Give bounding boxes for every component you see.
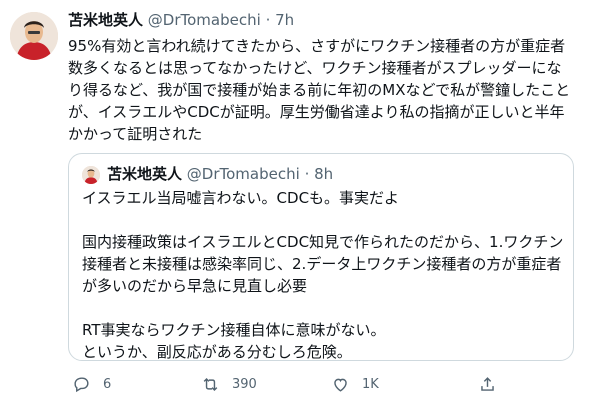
quote-author-name: 苫米地英人 bbox=[107, 165, 183, 183]
quote-text-line: イスラエル当局嘘言わない。CDCも。事実だよ bbox=[82, 189, 400, 207]
separator: · bbox=[265, 11, 271, 29]
reply-icon bbox=[74, 376, 89, 392]
retweet-button[interactable]: 390 bbox=[201, 372, 257, 396]
timestamp[interactable]: 7h bbox=[275, 11, 294, 29]
author-name[interactable]: 苫米地英人 bbox=[68, 11, 143, 29]
author-handle[interactable]: @DrTomabechi bbox=[148, 11, 261, 29]
tweet-text: 95%有効と言われ続けてきたから、さすがにワクチン接種者の方が重症者 数多くなる… bbox=[68, 35, 580, 145]
tweet-text-line: が、イスラエルやCDCが証明。厚生労働省達より私の指摘が正しいと半年 bbox=[68, 103, 565, 121]
action-bar: 6 390 1K bbox=[68, 372, 580, 396]
tweet-text-line: り得るなど、我が国で接種が始まる前に年初のMXなどで私が警鐘したこと bbox=[68, 81, 571, 99]
tweet[interactable]: 苫米地英人 @DrTomabechi · 7h 95%有効と言われ続けてきたから… bbox=[0, 0, 596, 409]
quote-header: 苫米地英人 @DrTomabechi · 8h bbox=[107, 164, 333, 184]
quote-author-handle: @DrTomabechi bbox=[186, 165, 300, 183]
quote-text-line: というか、副反応がある分むしろ危険。 bbox=[82, 343, 352, 361]
share-button[interactable] bbox=[478, 372, 497, 396]
like-button[interactable]: 1K bbox=[331, 372, 379, 396]
reply-button[interactable]: 6 bbox=[72, 372, 111, 396]
tweet-text-line: 数多くなるとは思ってなかったけど、ワクチン接種者がスプレッダーにな bbox=[68, 59, 562, 77]
quote-text: イスラエル当局嘘言わない。CDCも。事実だよ 国内接種政策はイスラエルとCDC知… bbox=[82, 187, 566, 363]
like-icon bbox=[334, 378, 347, 392]
quote-timestamp: 8h bbox=[314, 165, 334, 183]
tweet-header: 苫米地英人 @DrTomabechi · 7h bbox=[68, 10, 294, 30]
retweet-count: 390 bbox=[232, 376, 257, 392]
quote-avatar-image bbox=[82, 166, 100, 184]
like-count: 1K bbox=[362, 376, 379, 392]
reply-count: 6 bbox=[103, 376, 112, 392]
share-icon bbox=[481, 376, 494, 391]
avatar[interactable] bbox=[10, 12, 58, 60]
retweet-icon bbox=[203, 377, 218, 391]
quoted-tweet[interactable]: 苫米地英人 @DrTomabechi · 8h イスラエル当局嘘言わない。CDC… bbox=[68, 153, 574, 361]
tweet-text-line: かかって証明された bbox=[68, 125, 203, 143]
quote-text-line: 接種者と未接種は感染率同じ、2.データ上ワクチン接種者の方が重症者 bbox=[82, 255, 562, 273]
tweet-text-line: 95%有効と言われ続けてきたから、さすがにワクチン接種者の方が重症者 bbox=[68, 37, 566, 55]
quote-text-line: 国内接種政策はイスラエルとCDC知見で作られたのだから、1.ワクチン bbox=[82, 233, 564, 251]
avatar-image bbox=[10, 12, 58, 60]
quote-text-line bbox=[82, 297, 566, 319]
quote-text-line: RT事実ならワクチン接種自体に意味がない。 bbox=[82, 321, 386, 339]
quote-separator: · bbox=[304, 165, 310, 183]
quote-avatar bbox=[82, 166, 100, 184]
quote-text-line: が多いのだから早急に見直し必要 bbox=[82, 277, 308, 295]
quote-text-line bbox=[82, 209, 566, 231]
